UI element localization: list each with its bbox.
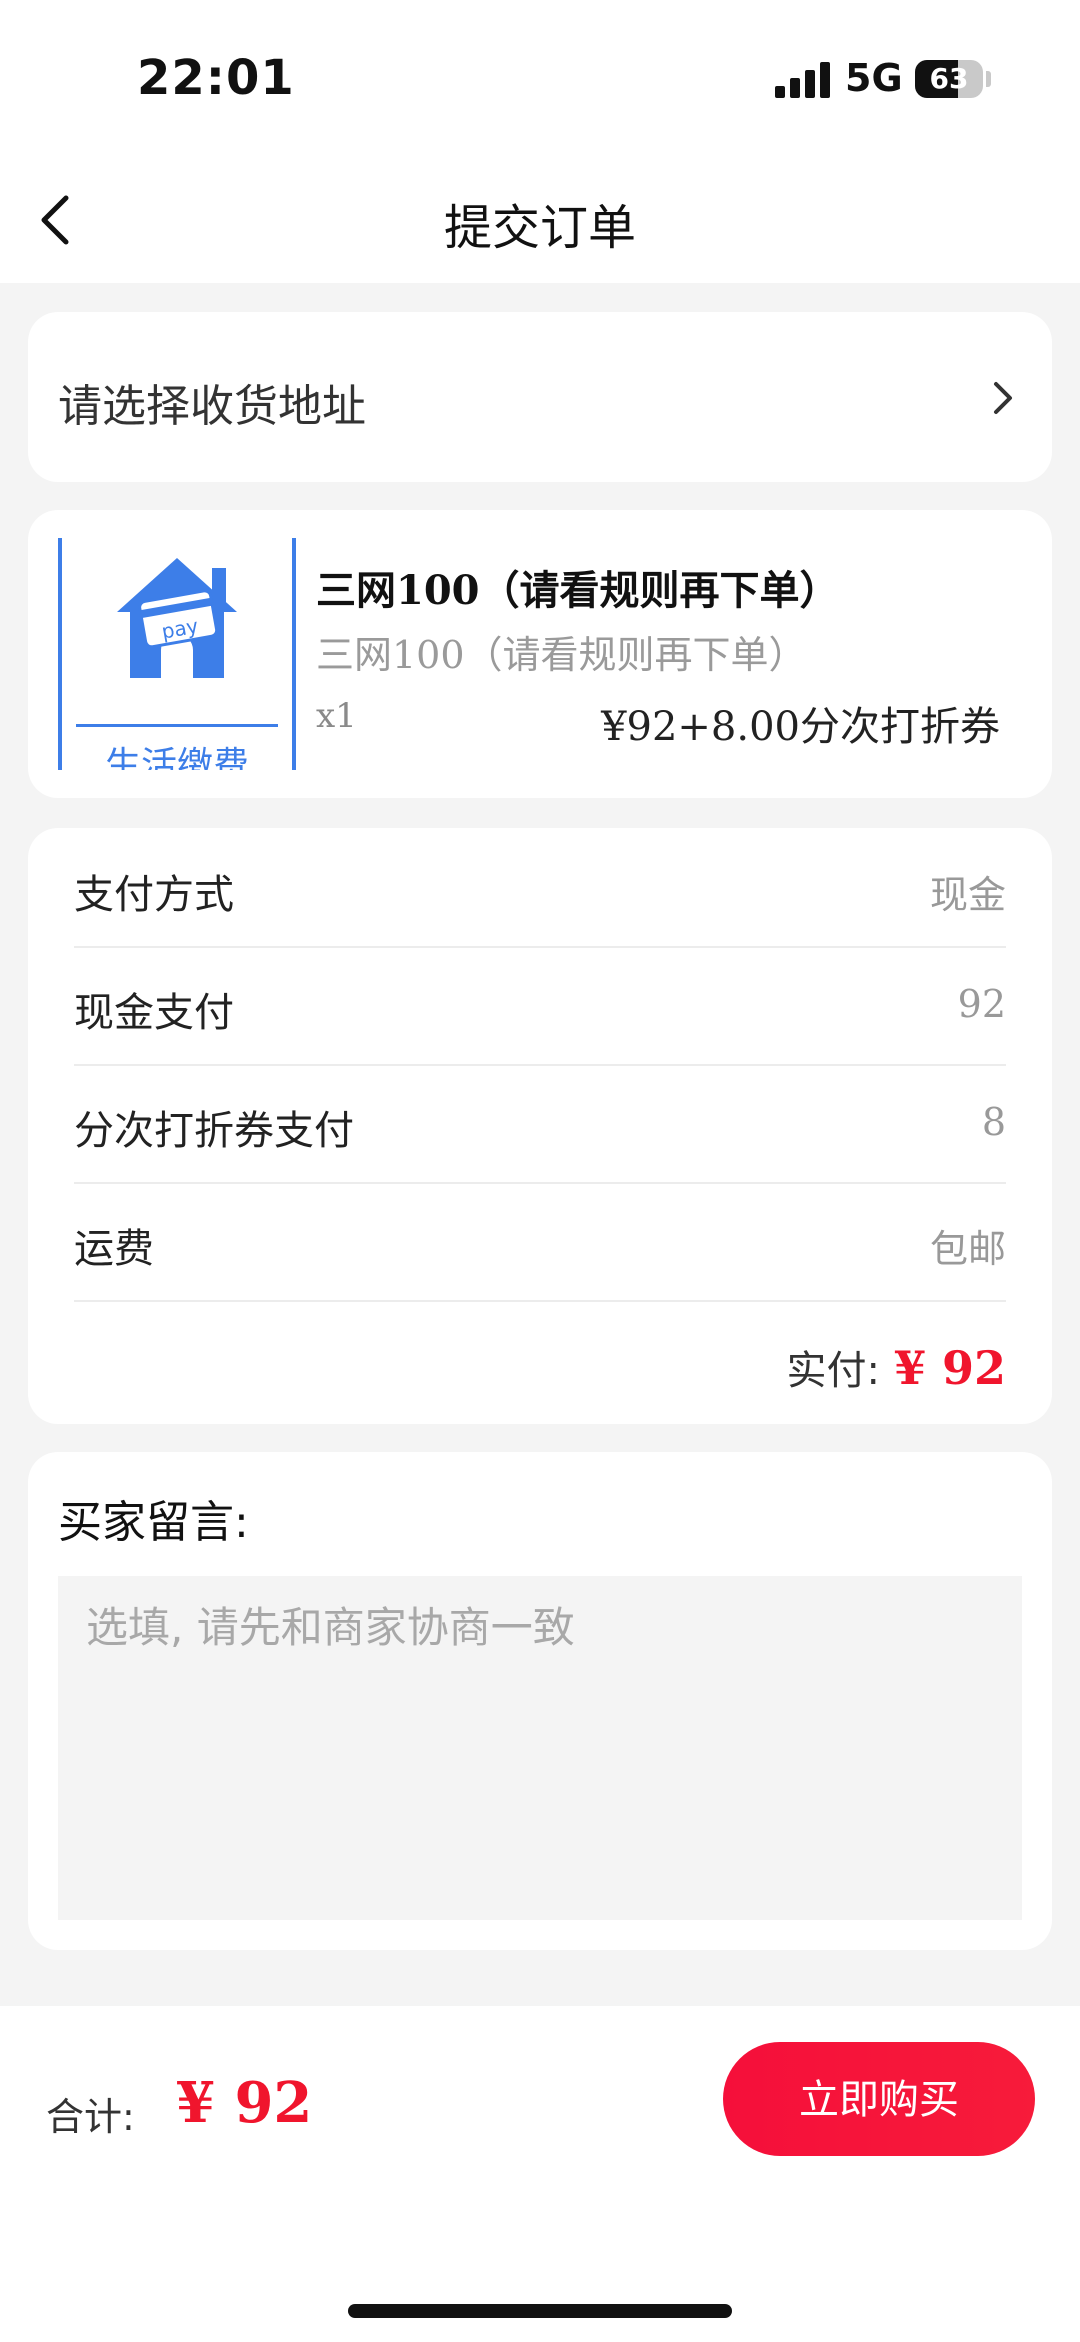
cash-payment-row: 现金支付 92 [74, 946, 1006, 1066]
row-label: 运费 [74, 1226, 154, 1272]
sum-label: 合计: [46, 2095, 135, 2139]
address-selector[interactable]: 请选择收货地址 [28, 312, 1052, 482]
battery-tip [986, 71, 991, 87]
actual-payment: 实付: ¥ 92 [786, 1338, 1006, 1396]
row-value: 92 [957, 982, 1006, 1026]
payment-method-row[interactable]: 支付方式 现金 [74, 828, 1006, 948]
actual-payment-label: 实付: [786, 1348, 880, 1394]
address-label: 请选择收货地址 [58, 381, 366, 432]
product-card[interactable]: pay 生活缴费 三网100（请看规则再下单） 三网100（请看规则再下单） x… [28, 510, 1052, 798]
network-type: 5G [845, 56, 903, 100]
product-image: pay 生活缴费 [58, 538, 296, 770]
buyer-message-label: 买家留言: [58, 1497, 249, 1548]
product-price: ¥92+8.00分次打折券 [601, 704, 1000, 750]
sum-amount: ¥ 92 [176, 2070, 313, 2136]
coupon-payment-row: 分次打折券支付 8 [74, 1064, 1006, 1184]
signal-icon [775, 62, 831, 98]
product-subtitle: 三网100（请看规则再下单） [316, 633, 807, 677]
chevron-right-icon [994, 382, 1012, 414]
image-divider [76, 724, 278, 727]
product-image-caption: 生活缴费 [104, 745, 249, 770]
product-quantity: x1 [316, 696, 357, 736]
row-value: 8 [981, 1100, 1006, 1144]
house-pay-icon: pay [117, 558, 237, 678]
actual-payment-amount: ¥ 92 [893, 1341, 1006, 1395]
home-indicator[interactable] [348, 2304, 732, 2318]
buy-now-button[interactable]: 立即购买 [723, 2042, 1035, 2156]
product-title: 三网100（请看规则再下单） [316, 567, 840, 614]
payment-summary: 支付方式 现金 现金支付 92 分次打折券支付 8 运费 包邮 实付: ¥ 92 [28, 828, 1052, 1424]
status-time: 22:01 [137, 50, 295, 106]
row-label: 分次打折券支付 [74, 1108, 354, 1154]
row-value: 现金 [929, 873, 1006, 917]
buyer-message-card: 买家留言: [28, 1452, 1052, 1950]
row-label: 现金支付 [74, 990, 234, 1036]
battery-level: 63 [929, 62, 969, 95]
battery-icon: 63 [915, 60, 983, 98]
page-title: 提交订单 [443, 200, 636, 256]
row-label: 支付方式 [74, 872, 234, 918]
shipping-row: 运费 包邮 [74, 1182, 1006, 1302]
buyer-message-input[interactable] [58, 1576, 1022, 1920]
bottom-action-bar: 合计: ¥ 92 立即购买 [0, 2006, 1080, 2342]
row-value: 包邮 [929, 1227, 1006, 1271]
